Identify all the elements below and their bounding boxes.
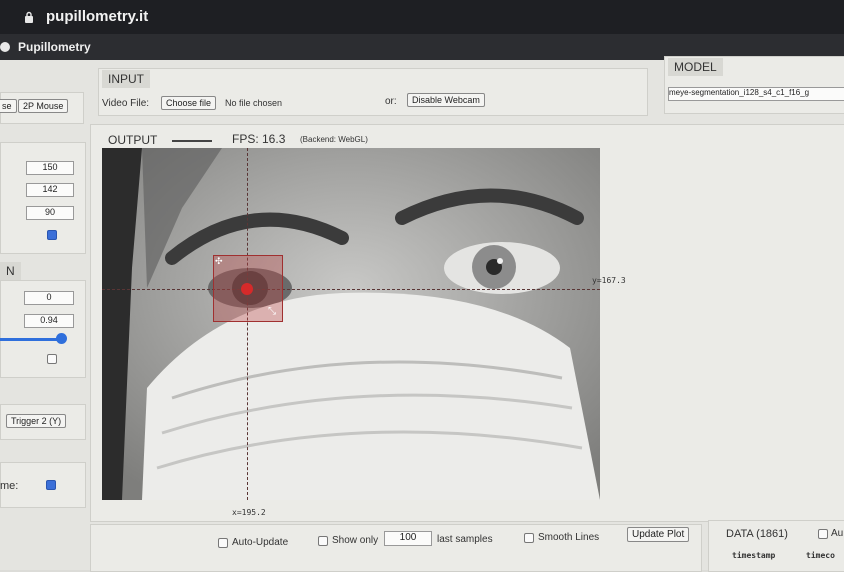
column-header-timestamp[interactable]: timestamp xyxy=(732,551,775,560)
or-label: or: xyxy=(385,96,397,107)
scale-field[interactable]: 0.94 xyxy=(24,314,74,328)
roi-move-handle-icon[interactable]: ✣ xyxy=(215,257,224,266)
param-field-2[interactable]: 142 xyxy=(26,183,74,197)
app-logo-icon xyxy=(0,42,10,52)
bottom-label: me: xyxy=(0,480,19,492)
no-file-text: No file chosen xyxy=(225,98,283,108)
scale-slider-track[interactable] xyxy=(0,338,62,341)
video-image xyxy=(102,148,600,500)
y-coordinate-readout: y=167.3 xyxy=(592,276,626,285)
trigger-2-button[interactable]: Trigger 2 (Y) xyxy=(6,414,67,428)
video-file-label: Video File: xyxy=(102,98,150,109)
url-text[interactable]: pupillometry.it xyxy=(46,8,148,25)
app-title: Pupillometry xyxy=(18,40,91,54)
param-field-1[interactable]: 150 xyxy=(26,161,74,175)
update-plot-button[interactable]: Update Plot xyxy=(627,527,690,542)
left-section-tab: N xyxy=(0,262,21,280)
output-header: OUTPUT xyxy=(108,133,158,147)
pupil-center-marker xyxy=(241,283,253,295)
auto-update-label: Auto-Update xyxy=(232,537,289,548)
data-auto-label: Au xyxy=(831,528,844,539)
backend-label: (Backend: WebGL) xyxy=(300,135,368,144)
data-header: DATA (1861) xyxy=(726,528,788,540)
webcam-toggle-button[interactable]: Disable Webcam xyxy=(407,93,485,107)
roi-resize-handle-icon[interactable]: ⤡ xyxy=(268,307,278,317)
param-checkbox[interactable] xyxy=(47,230,57,240)
input-header: INPUT xyxy=(102,70,150,88)
show-only-label: Show only xyxy=(332,535,379,546)
model-select[interactable]: meye-segmentation_i128_s4_c1_f16_g xyxy=(668,87,844,101)
column-header-timecode[interactable]: timeco xyxy=(806,551,835,560)
last-samples-label: last samples xyxy=(437,534,493,545)
smooth-lines-checkbox[interactable] xyxy=(524,533,534,543)
browser-address-bar: pupillometry.it xyxy=(0,0,844,34)
crosshair-vertical xyxy=(247,148,249,500)
bottom-checkbox[interactable] xyxy=(46,480,56,490)
x-coordinate-readout: x=195.2 xyxy=(232,508,266,517)
left-checkbox[interactable] xyxy=(47,354,57,364)
choose-file-button[interactable]: Choose file xyxy=(161,96,217,110)
model-header: MODEL xyxy=(668,58,723,76)
smooth-lines-label: Smooth Lines xyxy=(538,532,600,543)
2p-mouse-button[interactable]: 2P Mouse xyxy=(18,99,69,113)
output-legend-line xyxy=(172,140,212,142)
crosshair-horizontal xyxy=(102,289,600,291)
auto-update-checkbox[interactable] xyxy=(218,538,228,548)
lock-icon xyxy=(25,11,33,23)
show-only-checkbox[interactable] xyxy=(318,536,328,546)
param-field-3[interactable]: 90 xyxy=(26,206,74,220)
left-panel-params xyxy=(0,142,86,254)
mouse-button[interactable]: se xyxy=(0,99,17,113)
data-auto-checkbox[interactable] xyxy=(818,529,828,539)
samples-count-field[interactable]: 100 xyxy=(384,531,432,546)
fps-readout: FPS: 16.3 xyxy=(232,132,286,146)
webcam-video-frame: ✣ ⤡ xyxy=(102,148,600,500)
threshold-field[interactable]: 0 xyxy=(24,291,74,305)
scale-slider-thumb[interactable] xyxy=(56,333,67,344)
